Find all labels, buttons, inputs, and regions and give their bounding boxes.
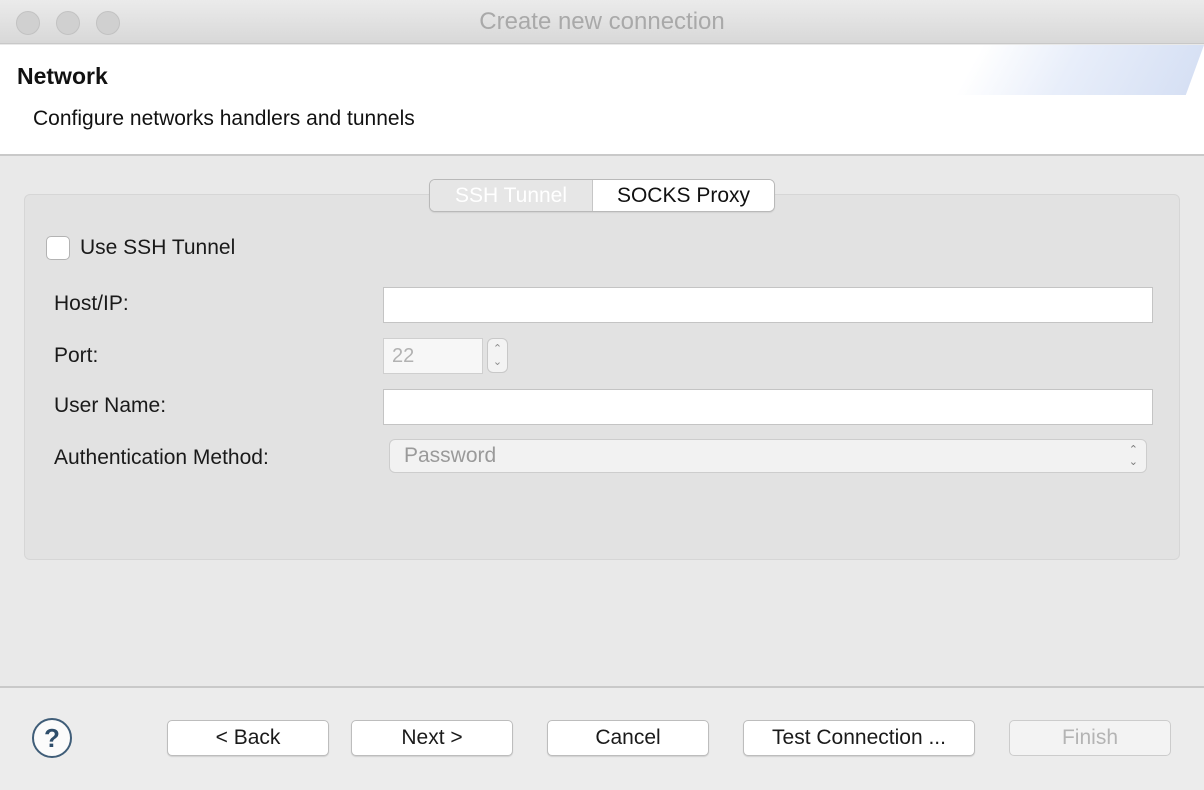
test-connection-button[interactable]: Test Connection ... (743, 720, 975, 756)
host-input[interactable] (383, 287, 1153, 323)
user-name-input[interactable] (383, 389, 1153, 425)
select-arrows-icon: ⌃ ⌄ (1128, 444, 1138, 468)
port-input[interactable] (383, 338, 483, 374)
tab-bar: SSH Tunnel SOCKS Proxy (429, 179, 775, 212)
host-label: Host/IP: (54, 292, 129, 315)
back-button[interactable]: < Back (167, 720, 329, 756)
header-banner-graphic (865, 45, 1204, 95)
stepper-up-icon[interactable]: ⌃ (493, 343, 502, 356)
next-button[interactable]: Next > (351, 720, 513, 756)
wizard-header: Network Configure networks handlers and … (0, 45, 1204, 156)
tab-socks-proxy[interactable]: SOCKS Proxy (593, 180, 774, 211)
title-bar: Create new connection (0, 0, 1204, 44)
auth-method-label: Authentication Method: (54, 446, 269, 469)
page-description: Configure networks handlers and tunnels (33, 107, 415, 130)
use-ssh-tunnel-label: Use SSH Tunnel (80, 236, 236, 259)
cancel-button[interactable]: Cancel (547, 720, 709, 756)
auth-method-value: Password (404, 444, 497, 467)
port-stepper[interactable]: ⌃ ⌄ (487, 338, 508, 373)
use-ssh-tunnel-row[interactable]: Use SSH Tunnel (46, 236, 235, 260)
port-label: Port: (54, 344, 99, 367)
use-ssh-tunnel-checkbox[interactable] (46, 236, 70, 260)
question-mark-icon[interactable]: ? (32, 718, 72, 758)
stepper-down-icon[interactable]: ⌄ (493, 356, 502, 369)
window-title: Create new connection (479, 8, 725, 35)
tab-ssh-tunnel[interactable]: SSH Tunnel (430, 180, 593, 211)
user-name-label: User Name: (54, 394, 167, 417)
finish-button[interactable]: Finish (1009, 720, 1171, 756)
page-title: Network (17, 63, 108, 89)
dialog-window: Create new connection Network Configure … (0, 0, 1204, 790)
auth-method-select[interactable]: Password ⌃ ⌄ (389, 439, 1147, 473)
